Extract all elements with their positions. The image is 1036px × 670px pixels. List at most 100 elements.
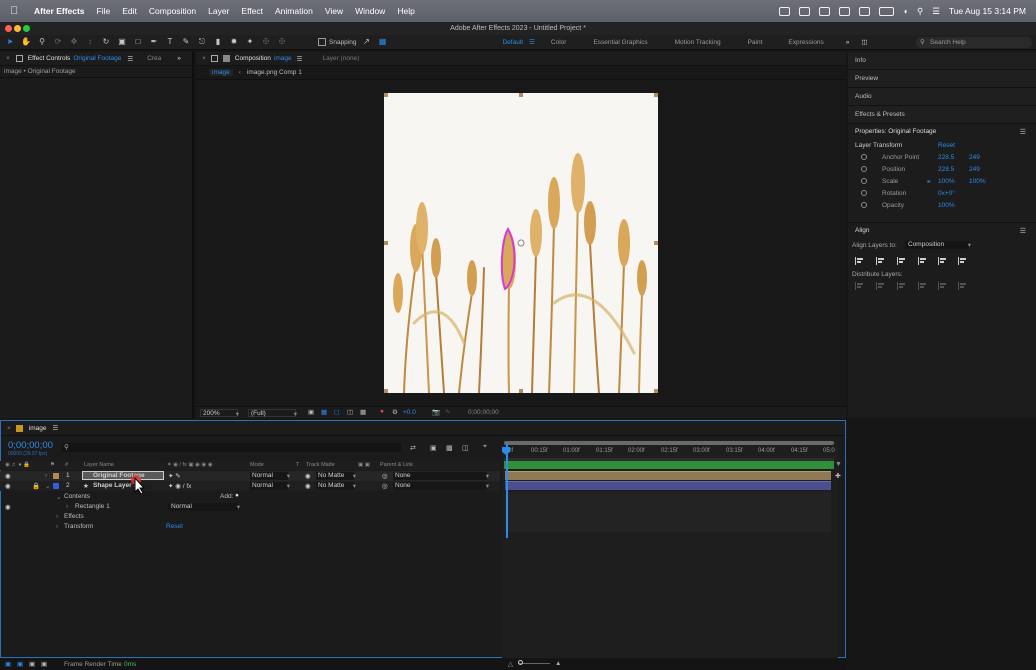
current-time-display[interactable]: 0;00;00;00 <box>468 409 499 416</box>
pan-behind-tool-icon[interactable]: ▣ <box>116 37 128 47</box>
matte-source-icon[interactable]: ◉ <box>305 482 311 490</box>
close-tab-icon[interactable]: × <box>202 55 206 62</box>
layer-label-color[interactable] <box>53 483 59 489</box>
label-column-icon[interactable]: ⚑ <box>50 462 55 468</box>
timeline-current-time[interactable]: 0;00;00;00 <box>8 440 53 451</box>
drive-icon[interactable] <box>858 6 870 16</box>
extra-tool-icon[interactable]: ✠ <box>260 37 272 47</box>
more-tabs-icon[interactable]: » <box>177 55 181 62</box>
timeline-search-input[interactable]: ⚲ <box>61 443 401 452</box>
collapse-icon[interactable]: ⌄ <box>56 493 61 501</box>
distribute-horizontal-center-icon[interactable] <box>938 282 948 290</box>
zoom-slider-thumb[interactable] <box>518 660 523 665</box>
stopwatch-icon[interactable] <box>861 178 867 184</box>
composition-mini-flowchart-icon[interactable]: ⇄ <box>410 444 416 452</box>
snap-options-icon[interactable]: ↗ <box>360 37 372 47</box>
current-time-indicator[interactable] <box>506 443 508 538</box>
distribute-left-icon[interactable] <box>918 282 928 290</box>
effects-row[interactable]: › Effects <box>0 512 500 522</box>
layer-row[interactable]: ◉ › 1 Original Footage ✦ ✎ Normal ◉ No M… <box>0 471 500 481</box>
timeline-tab[interactable]: image <box>29 425 47 432</box>
matte-source-icon[interactable]: ◉ <box>305 472 311 480</box>
track-matte-dropdown[interactable]: No Matte <box>316 472 356 480</box>
expand-icon[interactable]: › <box>56 523 58 530</box>
render-time-toggle-icon[interactable]: ▣ <box>41 660 47 668</box>
transform-row[interactable]: › Transform Reset <box>0 522 500 532</box>
frame-blending-icon[interactable]: ◫ <box>462 444 469 452</box>
menu-view[interactable]: View <box>325 6 343 16</box>
property-value[interactable]: 100% <box>938 202 955 209</box>
extra-tool-icon[interactable]: ✠ <box>276 37 288 47</box>
control-center-icon[interactable]: ☰ <box>932 6 940 17</box>
guides-icon[interactable]: ▩ <box>360 408 366 416</box>
property-value-y[interactable]: 249 <box>969 166 980 173</box>
transparency-grid-icon[interactable]: ▦ <box>321 408 327 416</box>
t-column-header[interactable]: T <box>296 462 299 468</box>
align-bottom-icon[interactable] <box>958 257 968 265</box>
menubar-clock[interactable]: Tue Aug 15 3:14 PM <box>949 6 1026 16</box>
align-left-icon[interactable] <box>855 257 865 265</box>
parent-dropdown[interactable]: None <box>393 482 489 490</box>
rectangle-tool-icon[interactable]: □ <box>132 37 144 47</box>
selection-tool-icon[interactable]: ➤ <box>4 37 16 47</box>
pen-tool-icon[interactable]: ✒ <box>148 37 160 47</box>
type-tool-icon[interactable]: T <box>164 37 176 47</box>
workspace-expressions[interactable]: Expressions <box>788 39 823 46</box>
hand-tool-icon[interactable]: ✋ <box>20 37 32 47</box>
battery-icon[interactable] <box>878 6 894 16</box>
panel-menu-icon[interactable]: ☰ <box>297 55 303 63</box>
nav-comp-current[interactable]: image <box>209 69 233 76</box>
lock-icon[interactable] <box>210 55 218 62</box>
transform-reset-link[interactable]: Reset <box>166 523 183 530</box>
more-workspaces-icon[interactable]: » <box>846 39 850 46</box>
snapping-checkbox[interactable] <box>318 38 326 46</box>
expand-icon[interactable]: › <box>66 503 68 510</box>
mode-column-header[interactable]: Mode <box>250 462 264 468</box>
roto-brush-icon[interactable]: ✹ <box>228 37 240 47</box>
panel-menu-icon[interactable]: ☰ <box>127 55 133 63</box>
rectangle-row[interactable]: ◉ › Rectangle 1 Normal <box>0 502 500 512</box>
snap-grid-icon[interactable]: ▦ <box>376 37 388 47</box>
parent-pickwhip-icon[interactable]: ◎ <box>382 472 388 480</box>
panel-menu-icon[interactable]: ☰ <box>1020 227 1026 235</box>
contents-row[interactable]: ⌄ Contents Add: ● <box>0 492 500 502</box>
exposure-reset-icon[interactable]: ⚙ <box>392 408 398 416</box>
property-value-x[interactable]: 228.5 <box>938 166 954 173</box>
parent-dropdown[interactable]: None <box>393 472 489 480</box>
dolly-camera-icon[interactable]: ↕ <box>84 37 96 47</box>
color-channels-icon[interactable]: ● <box>380 408 384 415</box>
menu-effect[interactable]: Effect <box>241 6 263 16</box>
align-right-icon[interactable] <box>897 257 907 265</box>
composition-canvas[interactable] <box>384 93 658 393</box>
visibility-eye-icon[interactable]: ◉ <box>5 482 11 490</box>
stopwatch-icon[interactable] <box>861 154 867 160</box>
property-value[interactable]: 0x+0° <box>938 190 955 197</box>
stopwatch-icon[interactable] <box>861 190 867 196</box>
composition-tab[interactable]: Composition <box>235 55 271 62</box>
camera-icon[interactable] <box>818 6 830 16</box>
distribute-right-icon[interactable] <box>958 282 968 290</box>
mask-visibility-icon[interactable]: ◻ <box>334 408 339 416</box>
3d-view-icon[interactable]: ◫ <box>347 408 353 416</box>
region-of-interest-icon[interactable]: ▣ <box>308 408 314 416</box>
zoom-out-icon[interactable]: △ <box>508 660 513 668</box>
close-tab-icon[interactable]: × <box>7 425 11 432</box>
orbit-camera-icon[interactable]: ⟳ <box>52 37 64 47</box>
layer-switches-toggle-icon[interactable]: ▣ <box>5 660 11 668</box>
expand-layer-icon[interactable]: › <box>45 472 47 479</box>
layer-name-column-header[interactable]: Layer Name <box>84 462 114 468</box>
layer-2-duration-bar[interactable] <box>505 481 831 490</box>
spotlight-search-icon[interactable]: ⚲ <box>917 6 923 17</box>
zoom-in-icon[interactable]: ▲ <box>555 660 561 667</box>
visibility-eye-icon[interactable]: ◉ <box>5 472 11 480</box>
work-area-bar[interactable] <box>504 461 834 469</box>
lock-icon[interactable]: 🔒 <box>32 482 40 490</box>
distribute-bottom-icon[interactable] <box>897 282 907 290</box>
puppet-pin-icon[interactable]: ✦ <box>244 37 256 47</box>
workspace-default[interactable]: Default <box>502 39 523 46</box>
align-target-dropdown[interactable]: Composition <box>905 241 971 249</box>
audio-panel-header[interactable]: Audio <box>848 88 1036 106</box>
workspace-motion-tracking[interactable]: Motion Tracking <box>675 39 721 46</box>
layer-1-duration-bar[interactable] <box>505 471 831 480</box>
blend-mode-dropdown[interactable]: Normal <box>250 472 290 480</box>
